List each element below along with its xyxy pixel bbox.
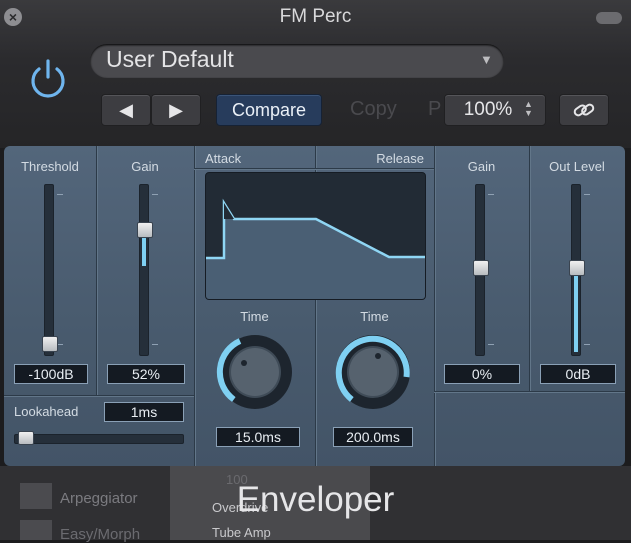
next-preset-button[interactable]: ▶ bbox=[151, 94, 201, 126]
release-label: Release bbox=[376, 151, 424, 166]
lookahead-slider-handle[interactable] bbox=[18, 431, 34, 445]
attack-time-knob[interactable] bbox=[215, 332, 295, 412]
background-easy-morph: Easy/Morph bbox=[60, 526, 141, 543]
lookahead-slider[interactable] bbox=[14, 434, 184, 444]
divider bbox=[96, 146, 97, 396]
previous-preset-button[interactable]: ◀ bbox=[101, 94, 151, 126]
release-time-value[interactable]: 200.0ms bbox=[333, 427, 413, 447]
next-arrow-icon: ▶ bbox=[169, 100, 183, 120]
plugin-name: Enveloper bbox=[236, 480, 395, 519]
attack-time-value[interactable]: 15.0ms bbox=[216, 427, 300, 447]
compare-button[interactable]: Compare bbox=[216, 94, 322, 126]
envelope-display[interactable] bbox=[205, 172, 426, 300]
input-gain-slider-handle[interactable] bbox=[137, 222, 153, 238]
divider bbox=[434, 146, 435, 466]
link-icon bbox=[573, 103, 595, 117]
attack-label: Attack bbox=[205, 151, 242, 166]
background-tube-amp: Tube Amp bbox=[212, 525, 271, 540]
lookahead-label: Lookahead bbox=[14, 404, 79, 419]
threshold-value[interactable]: -100dB bbox=[14, 364, 88, 384]
out-level-value[interactable]: 0dB bbox=[540, 364, 616, 384]
threshold-slider-handle[interactable] bbox=[42, 336, 58, 352]
preset-name: User Default bbox=[106, 46, 234, 72]
divider bbox=[194, 168, 434, 169]
divider bbox=[434, 391, 625, 392]
input-gain-label: Gain bbox=[131, 159, 159, 174]
input-gain-value[interactable]: 52% bbox=[107, 364, 185, 384]
attack-time-label: Time bbox=[240, 309, 269, 324]
divider bbox=[529, 146, 530, 391]
output-gain-label: Gain bbox=[467, 159, 496, 174]
chevron-down-icon: ▼ bbox=[480, 52, 493, 67]
threshold-slider[interactable] bbox=[44, 184, 54, 356]
window-pill-button[interactable] bbox=[596, 12, 622, 24]
power-icon[interactable] bbox=[24, 55, 72, 103]
input-gain-slider[interactable] bbox=[139, 184, 149, 356]
enveloper-panel: Threshold -100dB Gain 52% Lookahead 1ms … bbox=[4, 146, 625, 466]
output-gain-slider-handle[interactable] bbox=[473, 260, 489, 276]
out-level-slider-handle[interactable] bbox=[569, 260, 585, 276]
release-time-label: Time bbox=[360, 309, 389, 324]
release-time-knob[interactable] bbox=[333, 332, 413, 412]
easy-morph-icon bbox=[20, 520, 52, 540]
out-level-label: Out Level bbox=[549, 159, 605, 174]
window-title: FM Perc bbox=[279, 6, 352, 27]
lookahead-value[interactable]: 1ms bbox=[104, 402, 184, 422]
zoom-value: 100% bbox=[463, 99, 513, 120]
divider bbox=[194, 146, 195, 466]
threshold-label: Threshold bbox=[21, 159, 79, 174]
divider bbox=[4, 395, 194, 396]
copy-button[interactable]: Copy bbox=[350, 98, 397, 121]
link-button[interactable] bbox=[559, 94, 609, 126]
stepper-icon: ▲ ▼ bbox=[524, 99, 533, 118]
output-gain-value[interactable]: 0% bbox=[444, 364, 520, 384]
prev-arrow-icon: ◀ bbox=[119, 100, 133, 120]
paste-button[interactable]: P bbox=[428, 98, 441, 121]
